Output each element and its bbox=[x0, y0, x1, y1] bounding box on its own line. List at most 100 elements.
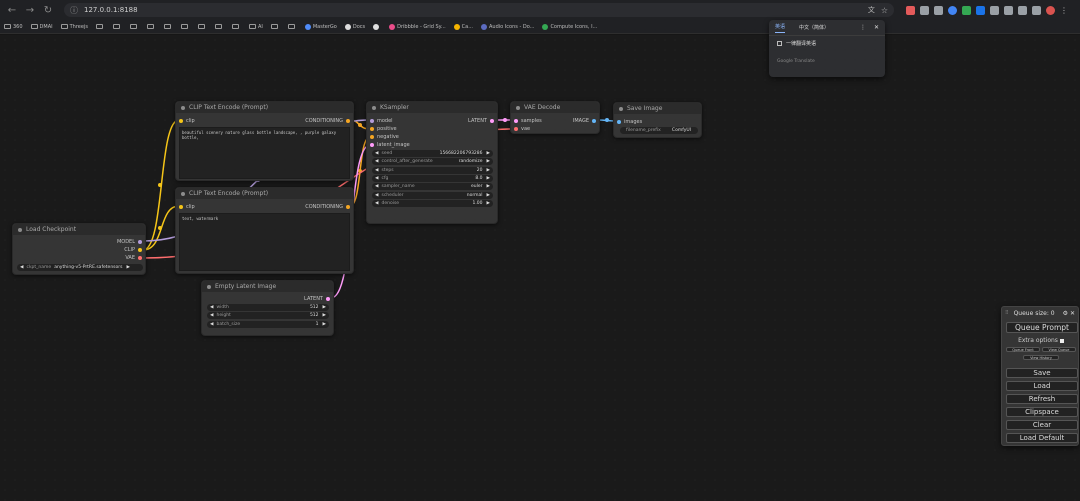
load-default-button[interactable]: Load Default bbox=[1006, 433, 1078, 443]
view-history-button[interactable]: View History bbox=[1023, 355, 1059, 360]
extra-options[interactable]: Extra options bbox=[1002, 337, 1080, 344]
puzzle-icon[interactable] bbox=[990, 5, 999, 15]
node-load-checkpoint[interactable]: Load Checkpoint MODEL CLIP VAE ◀ ckpt_nam… bbox=[12, 223, 146, 275]
slot-dot-icon[interactable] bbox=[326, 297, 330, 301]
left-arrow-icon[interactable]: ◀ bbox=[375, 193, 378, 198]
node-clip-text-encode-positive[interactable]: CLIP Text Encode (Prompt) clip CONDITION… bbox=[175, 101, 354, 181]
node-title-bar[interactable]: KSampler bbox=[367, 102, 497, 113]
more-icon[interactable]: ⋮ bbox=[1060, 6, 1069, 15]
always-translate-option[interactable]: 一律翻译英语 bbox=[769, 36, 885, 51]
view-queue-button[interactable]: View Queue bbox=[1042, 347, 1076, 352]
output-slot-image[interactable]: IMAGE bbox=[573, 118, 596, 124]
slot-dot-icon[interactable] bbox=[617, 120, 621, 124]
collapse-dot-icon[interactable] bbox=[207, 284, 211, 289]
right-arrow-icon[interactable]: ▶ bbox=[487, 184, 490, 189]
forward-icon[interactable]: → bbox=[24, 4, 36, 16]
slot-dot-icon[interactable] bbox=[346, 119, 350, 123]
refresh-button[interactable]: Refresh bbox=[1006, 394, 1078, 404]
widget-control-after-generate[interactable]: ◀ control_after_generate randomize ▶ bbox=[372, 158, 493, 166]
input-slot-samples[interactable]: samples bbox=[514, 118, 542, 124]
left-arrow-icon[interactable]: ◀ bbox=[375, 201, 378, 206]
left-arrow-icon[interactable]: ◀ bbox=[210, 305, 213, 310]
avatar[interactable] bbox=[1046, 5, 1055, 15]
widget-scheduler[interactable]: ◀ scheduler normal ▶ bbox=[372, 191, 493, 199]
collapse-dot-icon[interactable] bbox=[619, 106, 623, 111]
bookmark-item[interactable] bbox=[112, 24, 122, 29]
output-slot-vae[interactable]: VAE bbox=[125, 255, 142, 261]
clear-button[interactable]: Clear bbox=[1006, 420, 1078, 430]
widget-cfg[interactable]: ◀ cfg 8.0 ▶ bbox=[372, 174, 493, 182]
right-arrow-icon[interactable]: ▶ bbox=[323, 313, 326, 318]
prompt-textarea[interactable]: text, watermark bbox=[179, 213, 350, 271]
output-slot-clip[interactable]: CLIP bbox=[124, 247, 142, 253]
output-slot-conditioning[interactable]: CONDITIONING bbox=[305, 204, 350, 210]
right-arrow-icon[interactable]: ▶ bbox=[487, 168, 490, 173]
extension-icon[interactable] bbox=[976, 5, 985, 15]
input-slot-latent-image[interactable]: latent_image bbox=[370, 142, 410, 148]
output-slot-model[interactable]: MODEL bbox=[117, 239, 142, 245]
left-arrow-icon[interactable]: ◀ bbox=[210, 322, 213, 327]
bookmark-item[interactable]: Threejs bbox=[60, 24, 88, 30]
widget-height[interactable]: ◀ height 512 ▶ bbox=[207, 312, 329, 320]
filename-prefix-input[interactable]: filename_prefix ComfyUI bbox=[620, 127, 698, 134]
right-arrow-icon[interactable]: ▶ bbox=[487, 159, 490, 164]
collapse-dot-icon[interactable] bbox=[181, 105, 185, 110]
output-slot-latent[interactable]: LATENT bbox=[468, 118, 494, 124]
extension-icon[interactable] bbox=[948, 5, 957, 15]
slot-dot-icon[interactable] bbox=[370, 119, 374, 123]
bookmark-item[interactable] bbox=[95, 24, 105, 29]
node-vae-decode[interactable]: VAE Decode samples vae IMAGE bbox=[510, 101, 600, 134]
collapse-dot-icon[interactable] bbox=[18, 227, 22, 232]
slot-dot-icon[interactable] bbox=[138, 248, 142, 252]
more-icon[interactable]: ⋮ bbox=[860, 24, 866, 31]
node-ksampler[interactable]: KSampler model positive negative latent_… bbox=[366, 101, 498, 224]
slot-dot-icon[interactable] bbox=[490, 119, 494, 123]
prompt-textarea[interactable]: beautiful scenery nature glass bottle la… bbox=[179, 127, 350, 179]
queue-prompt-button[interactable]: Queue Prompt bbox=[1006, 322, 1078, 333]
right-arrow-icon[interactable]: ▶ bbox=[487, 193, 490, 198]
slot-dot-icon[interactable] bbox=[514, 119, 518, 123]
right-arrow-icon[interactable]: ▶ bbox=[487, 176, 490, 181]
slot-dot-icon[interactable] bbox=[138, 256, 142, 260]
left-arrow-icon[interactable]: ◀ bbox=[375, 176, 378, 181]
bookmark-item[interactable] bbox=[231, 24, 241, 29]
extension-icon[interactable] bbox=[962, 5, 971, 15]
bookmark-item[interactable] bbox=[163, 24, 173, 29]
right-arrow-icon[interactable]: ▶ bbox=[323, 322, 326, 327]
close-icon[interactable]: ✕ bbox=[874, 24, 879, 31]
slot-dot-icon[interactable] bbox=[514, 127, 518, 131]
bookmark-item[interactable] bbox=[287, 24, 297, 29]
left-arrow-icon[interactable]: ◀ bbox=[210, 313, 213, 318]
right-arrow-icon[interactable]: ▶ bbox=[487, 201, 490, 206]
widget-denoise[interactable]: ◀ denoise 1.00 ▶ bbox=[372, 199, 493, 207]
reload-icon[interactable]: ↻ bbox=[42, 4, 54, 16]
extra-options-checkbox[interactable] bbox=[1059, 338, 1064, 343]
output-slot-conditioning[interactable]: CONDITIONING bbox=[305, 118, 350, 124]
bookmark-item[interactable]: Dribbble - Grid Sy... bbox=[389, 23, 446, 30]
bookmark-item[interactable]: 360 bbox=[4, 24, 23, 30]
node-title-bar[interactable]: Load Checkpoint bbox=[13, 224, 145, 235]
bookmark-item[interactable] bbox=[214, 24, 224, 29]
sidebar-icon[interactable] bbox=[1032, 5, 1041, 15]
bookmark-item[interactable]: MasterGo bbox=[304, 23, 337, 30]
left-arrow-icon[interactable]: ◀ bbox=[375, 151, 378, 156]
widget-sampler-name[interactable]: ◀ sampler_name euler ▶ bbox=[372, 183, 493, 191]
left-arrow-icon[interactable]: ◀ bbox=[20, 265, 23, 270]
extension-icon[interactable] bbox=[920, 5, 929, 15]
menu-icon[interactable] bbox=[1004, 5, 1013, 15]
bookmark-item[interactable] bbox=[270, 24, 280, 29]
node-title-bar[interactable]: Empty Latent Image bbox=[202, 281, 333, 292]
right-arrow-icon[interactable]: ▶ bbox=[126, 265, 129, 270]
input-slot-clip[interactable]: clip bbox=[179, 118, 195, 124]
download-icon[interactable] bbox=[1018, 5, 1027, 15]
queue-front-button[interactable]: Queue Front bbox=[1006, 347, 1040, 352]
bookmark-item[interactable] bbox=[197, 24, 207, 29]
slot-dot-icon[interactable] bbox=[370, 143, 374, 147]
bookmark-item[interactable]: DMAI bbox=[30, 24, 53, 30]
output-slot-latent[interactable]: LATENT bbox=[304, 296, 330, 302]
slot-dot-icon[interactable] bbox=[138, 240, 142, 244]
left-arrow-icon[interactable]: ◀ bbox=[375, 184, 378, 189]
input-slot-negative[interactable]: negative bbox=[370, 134, 399, 140]
widget-batch-size[interactable]: ◀ batch_size 1 ▶ bbox=[207, 320, 329, 328]
slot-dot-icon[interactable] bbox=[346, 205, 350, 209]
